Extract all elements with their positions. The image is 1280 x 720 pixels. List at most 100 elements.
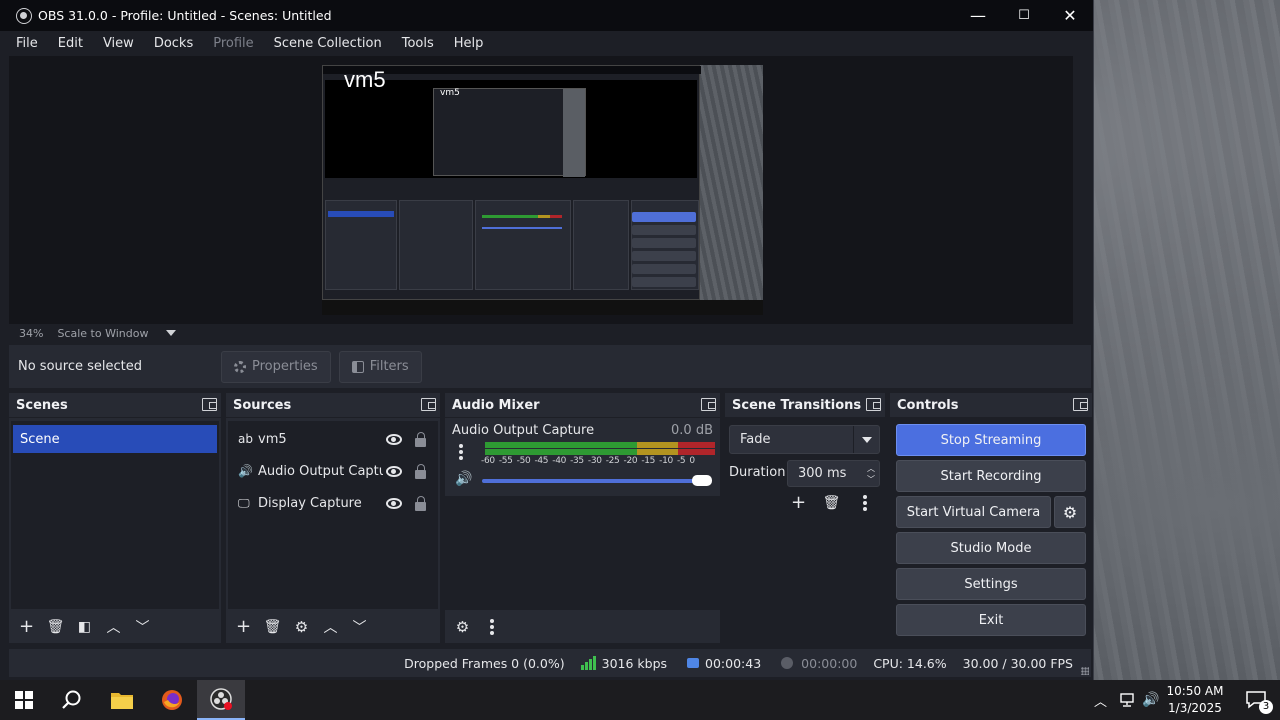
meter-scale: -60 -55 -50 -45 -40 -35 -30 -25 -20 -15 … [481, 456, 695, 466]
zoom-level: 34% [19, 326, 44, 340]
clock[interactable]: 10:50 AM 1/3/2025 [1160, 683, 1230, 717]
visibility-eye-icon[interactable] [386, 497, 402, 509]
source-toolbar: + 🗑 ⚙ ︿ ﹀ [226, 610, 440, 643]
menu-tools[interactable]: Tools [392, 36, 444, 51]
dock-header: Audio Mixer [445, 393, 720, 417]
trash-icon[interactable]: 🗑 [820, 491, 843, 514]
menu-file[interactable]: File [6, 36, 48, 51]
scale-tick: -5 [676, 456, 686, 466]
undock-icon[interactable] [866, 398, 881, 411]
add-icon[interactable]: + [232, 615, 255, 638]
captured-start-recording [632, 225, 696, 235]
lock-icon[interactable] [415, 463, 426, 479]
source-item[interactable]: 🔊 Audio Output Capture [228, 456, 438, 486]
channel-name: Audio Output Capture [452, 423, 595, 438]
file-explorer-button[interactable] [98, 680, 146, 720]
captured-studio-mode [632, 251, 696, 261]
channel-menu-icon[interactable] [459, 444, 463, 460]
add-icon[interactable]: + [15, 615, 38, 638]
studio-mode-button[interactable]: Studio Mode [896, 532, 1086, 564]
dock-header: Controls [890, 393, 1092, 417]
lock-icon[interactable] [415, 495, 426, 511]
speaker-icon[interactable]: 🔊 [455, 471, 472, 487]
volume-slider-handle[interactable] [692, 475, 712, 486]
menu-view[interactable]: View [93, 36, 144, 51]
search-button[interactable] [48, 680, 96, 720]
visibility-eye-icon[interactable] [386, 433, 402, 445]
gear-icon[interactable]: ⚙ [290, 615, 313, 638]
move-down-icon[interactable]: ﹀ [131, 615, 154, 638]
volume-icon[interactable]: 🔊 [1142, 692, 1159, 708]
trash-icon[interactable]: 🗑 [261, 615, 284, 638]
window-title: OBS 31.0.0 - Profile: Untitled - Scenes:… [38, 8, 332, 23]
close-button[interactable]: ✕ [1047, 0, 1093, 31]
duration-spinbox[interactable]: 300 ms ︿ ﹀ [787, 460, 880, 487]
maximize-button[interactable]: ☐ [1001, 0, 1047, 31]
undock-icon[interactable] [1073, 398, 1088, 411]
add-icon[interactable]: + [787, 491, 810, 514]
network-icon[interactable] [1118, 693, 1136, 707]
start-recording-button[interactable]: Start Recording [896, 460, 1086, 492]
source-item[interactable]: 🖵 Display Capture [228, 488, 438, 518]
dock-header: Scene Transitions [725, 393, 885, 417]
menu-scene-collection[interactable]: Scene Collection [264, 36, 392, 51]
scene-item[interactable]: Scene [13, 425, 217, 453]
source-name: Display Capture [258, 495, 362, 511]
undock-icon[interactable] [701, 398, 716, 411]
settings-button[interactable]: Settings [896, 568, 1086, 600]
undock-icon[interactable] [202, 398, 217, 411]
menu-profile[interactable]: Profile [203, 36, 263, 51]
captured-scenes-dock [325, 200, 397, 290]
resize-grip-icon[interactable] [1081, 667, 1089, 675]
filter-icon[interactable]: ◧ [73, 615, 96, 638]
trash-icon[interactable]: 🗑 [44, 615, 67, 638]
transition-select[interactable]: Fade [729, 425, 880, 454]
move-down-icon[interactable]: ﹀ [348, 615, 371, 638]
zoom-bar: 34% Scale to Window [9, 324, 1091, 342]
minimize-button[interactable]: — [955, 0, 1001, 31]
scene-list[interactable]: Scene [11, 421, 219, 609]
mixer-menu-icon[interactable] [480, 615, 503, 638]
move-up-icon[interactable]: ︿ [319, 615, 342, 638]
visibility-eye-icon[interactable] [386, 465, 402, 477]
advanced-audio-gear-icon[interactable]: ⚙ [451, 615, 474, 638]
start-virtual-camera-button[interactable]: Start Virtual Camera [896, 496, 1051, 528]
spin-arrows-icon[interactable]: ︿ ﹀ [867, 463, 875, 485]
bitrate-value: 3016 kbps [601, 655, 668, 671]
exit-button[interactable]: Exit [896, 604, 1086, 636]
obs-taskbar-button[interactable] [197, 680, 245, 720]
captured-stop-streaming [632, 212, 696, 222]
move-up-icon[interactable]: ︿ [102, 615, 125, 638]
captured-settings [632, 264, 696, 274]
properties-label: Properties [252, 359, 318, 374]
folder-icon [111, 693, 133, 709]
speaker-icon: 🔊 [238, 464, 253, 478]
notifications-button[interactable]: 3 [1232, 680, 1280, 720]
stop-streaming-button[interactable]: Stop Streaming [896, 424, 1086, 456]
properties-button[interactable]: Properties [221, 350, 331, 383]
stream-time-status: 00:00:43 [687, 656, 761, 671]
controls-dock: Controls Stop Streaming Start Recording … [890, 393, 1092, 643]
preview-canvas[interactable]: vm5 vm5 [322, 65, 763, 315]
streaming-icon [687, 658, 700, 668]
chevron-up-icon[interactable]: ︿ [1094, 691, 1112, 710]
virtual-camera-settings-gear-icon[interactable]: ⚙ [1054, 496, 1086, 528]
search-icon [62, 690, 81, 709]
filters-button[interactable]: Filters [338, 350, 422, 383]
menu-docks[interactable]: Docks [144, 36, 203, 51]
transition-menu-icon[interactable] [853, 491, 876, 514]
preview-area[interactable]: vm5 vm5 [9, 56, 1073, 324]
start-button[interactable] [0, 680, 48, 720]
menu-help[interactable]: Help [444, 36, 494, 51]
mixer-channel: Audio Output Capture 0.0 dB -60 -55 -50 … [445, 421, 720, 493]
undock-icon[interactable] [421, 398, 436, 411]
menu-edit[interactable]: Edit [48, 36, 93, 51]
gear-icon [234, 360, 246, 373]
volume-slider-track[interactable] [482, 479, 708, 483]
firefox-button[interactable] [148, 680, 196, 720]
scale-mode-label[interactable]: Scale to Window [57, 327, 148, 340]
scale-dropdown-caret-icon[interactable] [166, 330, 177, 336]
source-item[interactable]: ab vm5 [228, 424, 438, 454]
lock-icon[interactable] [415, 431, 426, 447]
source-list[interactable]: ab vm5 🔊 Audio Output Capture 🖵 Display … [228, 421, 438, 609]
